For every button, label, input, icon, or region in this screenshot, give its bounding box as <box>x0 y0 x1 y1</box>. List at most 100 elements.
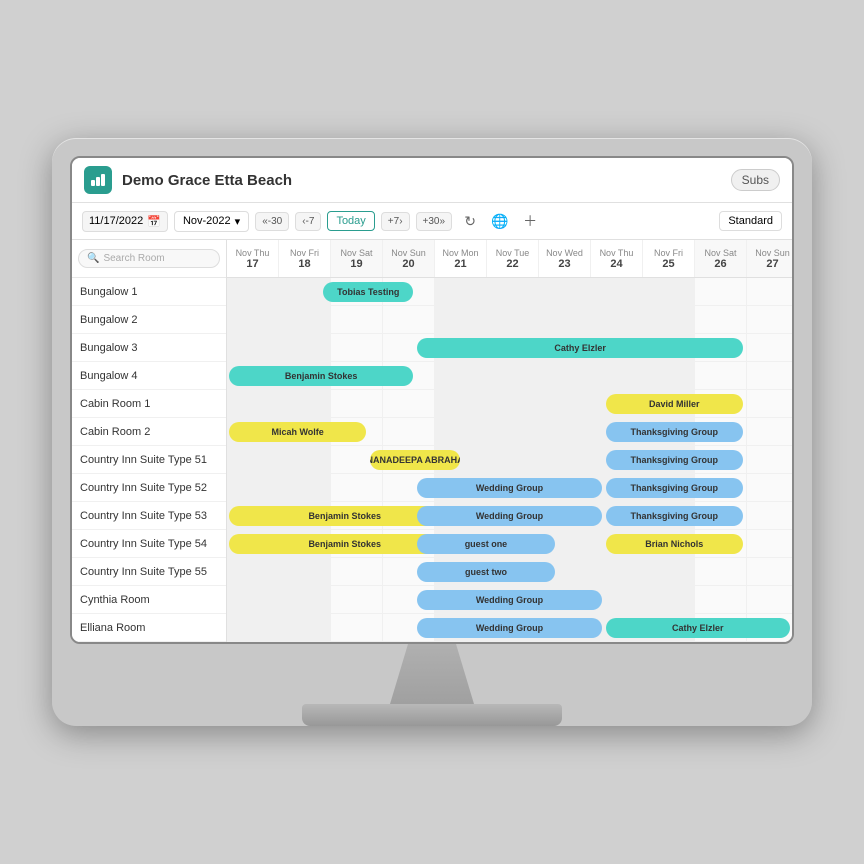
grid-cell[interactable] <box>435 278 487 305</box>
nav-minus7[interactable]: ‹-7 <box>295 212 321 231</box>
grid-cell[interactable] <box>331 586 383 613</box>
grid-cell[interactable] <box>227 334 279 361</box>
grid-cell[interactable] <box>747 334 792 361</box>
grid-cell[interactable] <box>539 306 591 333</box>
grid-cell[interactable] <box>487 614 539 641</box>
grid-cell[interactable] <box>643 306 695 333</box>
grid-cell[interactable] <box>487 474 539 501</box>
grid-cell[interactable] <box>747 418 792 445</box>
grid-cell[interactable] <box>383 446 435 473</box>
grid-cell[interactable] <box>435 390 487 417</box>
refresh-icon[interactable]: ↻ <box>458 209 482 233</box>
grid-cell[interactable] <box>695 278 747 305</box>
grid-cell[interactable] <box>695 558 747 585</box>
grid-cell[interactable] <box>591 614 643 641</box>
grid-cell[interactable] <box>227 446 279 473</box>
grid-cell[interactable] <box>539 502 591 529</box>
grid-cell[interactable] <box>643 446 695 473</box>
grid-cell[interactable] <box>643 586 695 613</box>
grid-cell[interactable] <box>643 278 695 305</box>
grid-cell[interactable] <box>435 530 487 557</box>
grid-cell[interactable] <box>383 474 435 501</box>
nav-minus30[interactable]: «-30 <box>255 212 289 231</box>
grid-cell[interactable] <box>383 390 435 417</box>
grid-cell[interactable] <box>539 418 591 445</box>
grid-cell[interactable] <box>227 586 279 613</box>
grid-cell[interactable] <box>227 306 279 333</box>
grid-cell[interactable] <box>331 558 383 585</box>
grid-cell[interactable] <box>539 558 591 585</box>
grid-cell[interactable] <box>539 278 591 305</box>
grid-cell[interactable] <box>331 502 383 529</box>
grid-cell[interactable] <box>643 530 695 557</box>
standard-select[interactable]: Standard <box>719 211 782 231</box>
grid-cell[interactable] <box>383 278 435 305</box>
grid-cell[interactable] <box>695 530 747 557</box>
calendar-icon[interactable]: 📅 <box>147 215 161 228</box>
grid-cell[interactable] <box>435 334 487 361</box>
grid-cell[interactable] <box>331 306 383 333</box>
grid-cell[interactable] <box>331 362 383 389</box>
grid-cell[interactable] <box>539 334 591 361</box>
month-select[interactable]: Nov-2022 ▾ <box>174 211 249 232</box>
grid-cell[interactable] <box>331 530 383 557</box>
grid-cell[interactable] <box>747 614 792 641</box>
grid-cell[interactable] <box>487 362 539 389</box>
grid-cell[interactable] <box>591 334 643 361</box>
grid-cell[interactable] <box>695 362 747 389</box>
grid-cell[interactable] <box>539 614 591 641</box>
grid-cell[interactable] <box>279 334 331 361</box>
grid-cell[interactable] <box>591 446 643 473</box>
grid-cell[interactable] <box>695 418 747 445</box>
grid-cell[interactable] <box>643 474 695 501</box>
grid-cell[interactable] <box>643 614 695 641</box>
grid-cell[interactable] <box>279 362 331 389</box>
grid-cell[interactable] <box>487 530 539 557</box>
grid-cell[interactable] <box>747 362 792 389</box>
grid-cell[interactable] <box>591 362 643 389</box>
grid-cell[interactable] <box>539 530 591 557</box>
grid-cell[interactable] <box>591 390 643 417</box>
grid-cell[interactable] <box>747 530 792 557</box>
grid-cell[interactable] <box>695 474 747 501</box>
grid-cell[interactable] <box>279 530 331 557</box>
add-icon[interactable]: ＋ <box>518 209 542 233</box>
grid-cell[interactable] <box>487 306 539 333</box>
grid-cell[interactable] <box>487 558 539 585</box>
grid-cell[interactable] <box>383 306 435 333</box>
grid-cell[interactable] <box>539 474 591 501</box>
grid-cell[interactable] <box>695 586 747 613</box>
grid-cell[interactable] <box>591 558 643 585</box>
grid-cell[interactable] <box>591 586 643 613</box>
grid-cell[interactable] <box>487 334 539 361</box>
grid-cell[interactable] <box>695 446 747 473</box>
grid-cell[interactable] <box>331 418 383 445</box>
nav-plus30[interactable]: +30» <box>416 212 453 231</box>
grid-cell[interactable] <box>383 530 435 557</box>
grid-cell[interactable] <box>591 530 643 557</box>
grid-cell[interactable] <box>435 446 487 473</box>
grid-cell[interactable] <box>279 502 331 529</box>
grid-cell[interactable] <box>539 362 591 389</box>
grid-cell[interactable] <box>643 390 695 417</box>
grid-cell[interactable] <box>747 306 792 333</box>
grid-cell[interactable] <box>435 306 487 333</box>
grid-cell[interactable] <box>279 306 331 333</box>
grid-cell[interactable] <box>227 558 279 585</box>
grid-cell[interactable] <box>487 502 539 529</box>
date-input[interactable]: 11/17/2022 📅 <box>82 211 168 232</box>
grid-cell[interactable] <box>643 502 695 529</box>
grid-cell[interactable] <box>695 306 747 333</box>
grid-cell[interactable] <box>643 418 695 445</box>
today-button[interactable]: Today <box>327 211 374 231</box>
grid-cell[interactable] <box>643 334 695 361</box>
grid-cell[interactable] <box>279 278 331 305</box>
grid-cell[interactable] <box>487 586 539 613</box>
grid-cell[interactable] <box>279 418 331 445</box>
grid-cell[interactable] <box>227 362 279 389</box>
grid-cell[interactable] <box>279 474 331 501</box>
grid-cell[interactable] <box>227 418 279 445</box>
grid-cell[interactable] <box>435 502 487 529</box>
grid-cell[interactable] <box>435 474 487 501</box>
grid-cell[interactable] <box>227 614 279 641</box>
